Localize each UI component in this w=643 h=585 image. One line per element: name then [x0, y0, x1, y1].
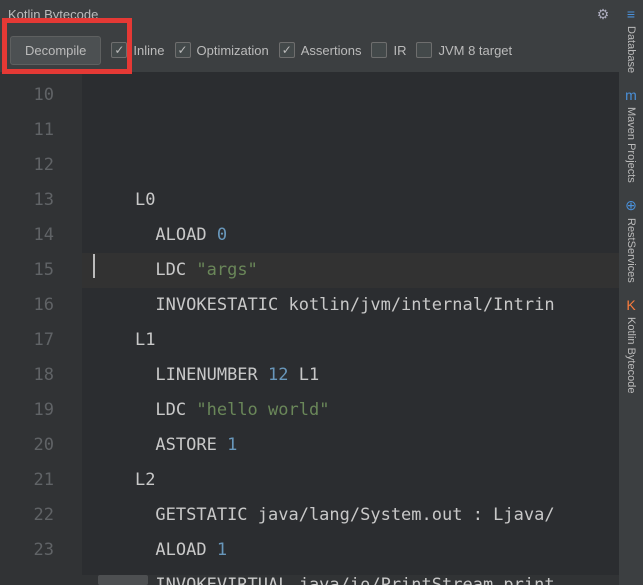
sidebar-item-label: Database — [625, 26, 637, 73]
code-line[interactable]: L2 — [94, 463, 643, 498]
code-area[interactable]: L0 ALOAD 0 LDC "args" INVOKESTATIC kotli… — [82, 72, 643, 585]
sidebar-item-database[interactable]: ≡ Database — [625, 6, 637, 73]
code-token: ASTORE — [155, 435, 227, 455]
code-line[interactable]: INVOKESTATIC kotlin/jvm/internal/Intrin — [94, 288, 643, 323]
checkbox-jvm-8-target[interactable]: JVM 8 target — [416, 42, 512, 58]
decompile-button[interactable]: Decompile — [10, 36, 101, 65]
code-token: "args" — [196, 260, 257, 280]
line-number: 13 — [0, 183, 82, 218]
code-line[interactable]: LINENUMBER 12 L1 — [94, 358, 643, 393]
code-token: 12 — [268, 365, 288, 385]
checkbox-box[interactable] — [416, 42, 432, 58]
code-line[interactable]: ASTORE 1 — [94, 428, 643, 463]
line-number: 22 — [0, 498, 82, 533]
code-token: ALOAD — [155, 540, 216, 560]
code-token: LINENUMBER — [155, 365, 268, 385]
toolbar: Decompile Inline Optimization Assertions IR… — [0, 28, 643, 72]
code-line[interactable]: L1 — [94, 323, 643, 358]
code-token: ALOAD — [155, 225, 216, 245]
checkbox-assertions[interactable]: Assertions — [279, 42, 362, 58]
checkbox-label: IR — [393, 43, 406, 58]
sidebar-item-label: Maven Projects — [625, 107, 637, 183]
panel-header: Kotlin Bytecode ⚙ →| — [0, 0, 643, 28]
line-number: 15 — [0, 253, 82, 288]
line-number-gutter: 1011121314151617181920212223 — [0, 72, 82, 585]
line-number: 20 — [0, 428, 82, 463]
code-token: L1 — [135, 330, 155, 350]
line-number: 18 — [0, 358, 82, 393]
line-number: 16 — [0, 288, 82, 323]
line-number: 21 — [0, 463, 82, 498]
code-token: "hello world" — [196, 400, 329, 420]
checkbox-box[interactable] — [279, 42, 295, 58]
line-number: 11 — [0, 113, 82, 148]
line-number: 14 — [0, 218, 82, 253]
checkbox-label: JVM 8 target — [438, 43, 512, 58]
gear-icon[interactable]: ⚙ — [597, 6, 610, 23]
checkbox-label: Inline — [133, 43, 164, 58]
checkbox-box[interactable] — [175, 42, 191, 58]
line-number: 23 — [0, 533, 82, 568]
code-token: INVOKEVIRTUAL java/io/PrintStream.print — [155, 575, 554, 585]
code-line[interactable]: L0 — [94, 183, 643, 218]
code-line[interactable]: INVOKEVIRTUAL java/io/PrintStream.print — [94, 568, 643, 585]
line-number: 17 — [0, 323, 82, 358]
checkbox-label: Assertions — [301, 43, 362, 58]
checkbox-box[interactable] — [111, 42, 127, 58]
code-line[interactable]: LDC "hello world" — [94, 393, 643, 428]
code-token: LDC — [155, 260, 196, 280]
sidebar-item-icon: m — [625, 87, 637, 103]
checkbox-container: Inline Optimization Assertions IR JVM 8 targ… — [111, 42, 512, 58]
line-number: 10 — [0, 78, 82, 113]
sidebar-item-icon: ≡ — [627, 6, 635, 22]
code-token: 0 — [217, 225, 227, 245]
code-token: INVOKESTATIC kotlin/jvm/internal/Intrin — [155, 295, 554, 315]
checkbox-optimization[interactable]: Optimization — [175, 42, 269, 58]
code-line[interactable]: ALOAD 1 — [94, 533, 643, 568]
code-token: L0 — [135, 190, 155, 210]
code-token: L2 — [135, 470, 155, 490]
code-token: LDC — [155, 400, 196, 420]
code-token: L1 — [289, 365, 320, 385]
code-token: 1 — [227, 435, 237, 455]
checkbox-ir[interactable]: IR — [371, 42, 406, 58]
code-token: 1 — [217, 540, 227, 560]
code-line[interactable]: ALOAD 0 — [94, 218, 643, 253]
code-line[interactable]: LDC "args" — [94, 253, 643, 288]
panel-title: Kotlin Bytecode — [8, 7, 98, 22]
checkbox-box[interactable] — [371, 42, 387, 58]
checkbox-inline[interactable]: Inline — [111, 42, 164, 58]
checkbox-label: Optimization — [197, 43, 269, 58]
line-number: 19 — [0, 393, 82, 428]
code-line[interactable]: GETSTATIC java/lang/System.out : Ljava/ — [94, 498, 643, 533]
sidebar-item-maven-projects[interactable]: m Maven Projects — [625, 87, 637, 183]
code-token: GETSTATIC java/lang/System.out : Ljava/ — [155, 505, 554, 525]
editor: 1011121314151617181920212223 L0 ALOAD 0 … — [0, 72, 643, 585]
line-number: 12 — [0, 148, 82, 183]
